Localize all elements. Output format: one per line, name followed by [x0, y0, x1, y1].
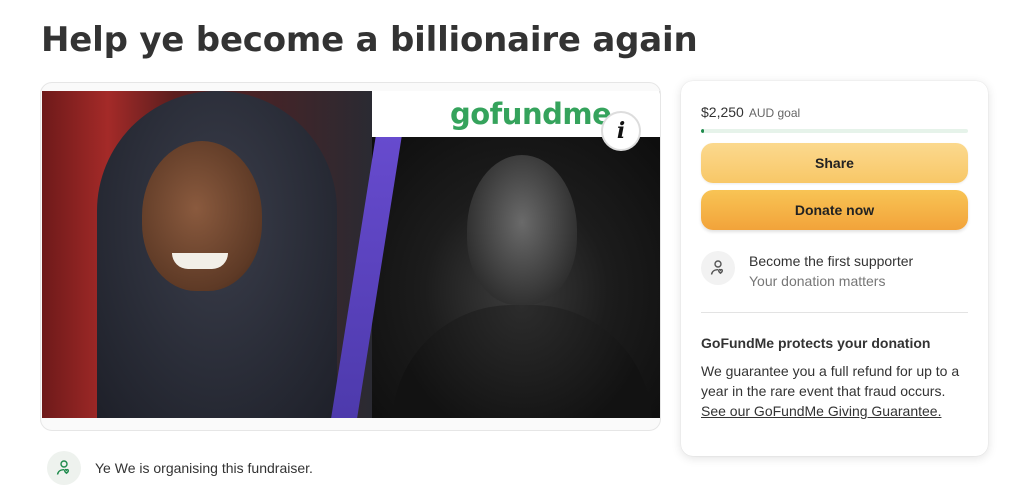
left-photo [42, 91, 372, 418]
protection-title: GoFundMe protects your donation [701, 335, 931, 351]
fundraiser-media-card: gofundme i [40, 82, 661, 431]
organiser-row: Ye We is organising this fundraiser. [47, 451, 313, 485]
donation-panel: $2,250 AUD goal Share Donate now Become … [681, 81, 988, 456]
person-heart-icon [47, 451, 81, 485]
divider [701, 312, 968, 313]
fundraiser-cover-image[interactable]: gofundme i [42, 91, 660, 418]
supporter-heart-icon [701, 251, 735, 285]
giving-guarantee-link[interactable]: See our GoFundMe Giving Guarantee. [701, 403, 941, 419]
organiser-text: Ye We is organising this fundraiser. [95, 460, 313, 476]
goal-amount: $2,250 [701, 104, 744, 120]
page-title: Help ye become a billionaire again [41, 20, 698, 60]
info-icon[interactable]: i [601, 111, 641, 151]
progress-bar [701, 129, 968, 133]
goal-label: AUD goal [748, 106, 801, 120]
first-supporter-row: Become the first supporter Your donation… [701, 251, 913, 291]
goal-row: $2,250 AUD goal [701, 104, 800, 120]
gofundme-logo: gofundme [450, 97, 612, 131]
progress-fill [701, 129, 704, 133]
right-photo [372, 135, 660, 418]
protection-body: We guarantee you a full refund for up to… [701, 361, 971, 421]
supporter-subtitle: Your donation matters [749, 273, 886, 289]
protection-text: We guarantee you a full refund for up to… [701, 363, 960, 399]
donate-now-button[interactable]: Donate now [701, 190, 968, 230]
share-button[interactable]: Share [701, 143, 968, 183]
supporter-title: Become the first supporter [749, 253, 914, 269]
